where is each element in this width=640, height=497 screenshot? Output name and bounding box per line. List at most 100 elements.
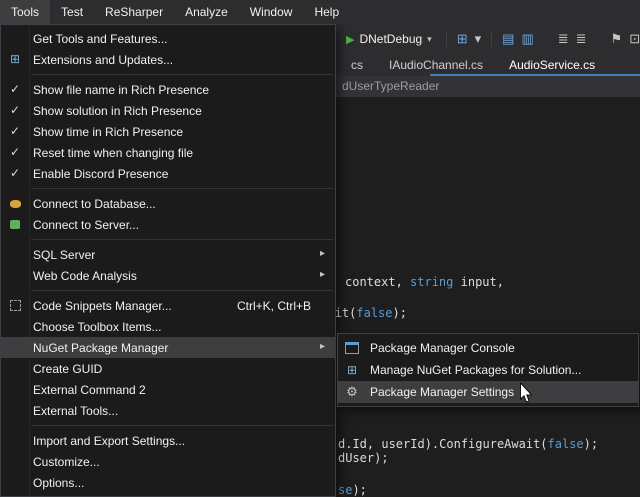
menu-gutter: ✓ — [1, 163, 29, 184]
code-line: d.Id, userId).ConfigureAwait(false); — [338, 437, 598, 451]
submenu-arrow-icon: ▸ — [320, 248, 325, 259]
menu-separator — [31, 290, 333, 291]
tab-audioservice[interactable]: AudioService.cs — [496, 54, 608, 76]
play-icon: ▶ — [346, 33, 354, 46]
toolbar-separator — [491, 31, 492, 47]
menu-item-label: Enable Discord Presence — [29, 167, 335, 181]
menu-item-show-file-name-rich-presence[interactable]: ✓ Show file name in Rich Presence — [1, 79, 335, 100]
menu-item-label: Show solution in Rich Presence — [29, 104, 335, 118]
toolbar-separator — [446, 31, 447, 47]
menu-item-label: Extensions and Updates... — [29, 53, 335, 67]
submenu-item-package-manager-settings[interactable]: ⚙ Package Manager Settings — [338, 381, 638, 403]
menu-item-show-time-rich-presence[interactable]: ✓ Show time in Rich Presence — [1, 121, 335, 142]
menu-item-get-tools-and-features[interactable]: Get Tools and Features... — [1, 28, 335, 49]
menu-item-create-guid[interactable]: Create GUID — [1, 358, 335, 379]
menu-gutter: ⚙ — [338, 381, 366, 403]
menu-gutter — [1, 214, 29, 235]
bookmark-icon[interactable]: ⚑ — [611, 28, 623, 50]
menu-gutter: ✓ — [1, 79, 29, 100]
menu-item-reset-time-when-changing-file[interactable]: ✓ Reset time when changing file — [1, 142, 335, 163]
menu-item-label: SQL Server — [29, 248, 335, 262]
menu-gutter: ✓ — [1, 100, 29, 121]
check-icon: ✓ — [10, 124, 20, 138]
mouse-cursor — [519, 383, 533, 409]
menu-item-label: External Tools... — [29, 404, 335, 418]
menubar-item-help[interactable]: Help — [303, 0, 350, 24]
menu-item-label: Options... — [29, 476, 335, 490]
menu-item-label: Web Code Analysis — [29, 269, 335, 283]
menu-separator — [31, 239, 333, 240]
menu-item-customize[interactable]: Customize... — [1, 451, 335, 472]
chevron-down-icon[interactable]: ▾ — [475, 28, 482, 50]
submenu-arrow-icon: ▸ — [320, 341, 325, 352]
menu-item-label: Show file name in Rich Presence — [29, 83, 335, 97]
menu-item-import-export-settings[interactable]: Import and Export Settings... — [1, 430, 335, 451]
check-icon: ✓ — [10, 145, 20, 159]
menu-item-options[interactable]: Options... — [1, 472, 335, 493]
menu-item-label: Manage NuGet Packages for Solution... — [366, 363, 638, 377]
menu-item-external-command-2[interactable]: External Command 2 — [1, 379, 335, 400]
menubar-item-analyze[interactable]: Analyze — [174, 0, 239, 24]
grid-icon[interactable]: ⊞ — [457, 28, 468, 50]
menu-item-code-snippets-manager[interactable]: Code Snippets Manager... Ctrl+K, Ctrl+B — [1, 295, 335, 316]
manage-packages-icon: ⊞ — [347, 363, 357, 377]
menu-item-connect-to-database[interactable]: Connect to Database... — [1, 193, 335, 214]
tools-menu: Get Tools and Features... ⊞ Extensions a… — [0, 24, 336, 497]
menu-item-label: Create GUID — [29, 362, 335, 376]
menu-item-label: Code Snippets Manager... — [29, 299, 237, 313]
tab-partial[interactable]: cs — [338, 54, 376, 76]
server-icon — [10, 220, 20, 229]
menu-item-enable-discord-presence[interactable]: ✓ Enable Discord Presence — [1, 163, 335, 184]
member-breadcrumb[interactable]: dUserTypeReader — [342, 79, 439, 93]
menu-item-connect-to-server[interactable]: Connect to Server... — [1, 214, 335, 235]
menu-item-nuget-package-manager[interactable]: NuGet Package Manager ▸ — [1, 337, 335, 358]
check-icon: ✓ — [10, 166, 20, 180]
menu-separator — [31, 188, 333, 189]
menu-item-extensions-and-updates[interactable]: ⊞ Extensions and Updates... — [1, 49, 335, 70]
chevron-down-icon: ▾ — [427, 34, 432, 45]
menu-item-label: Customize... — [29, 455, 335, 469]
check-icon: ✓ — [10, 82, 20, 96]
menu-gutter — [1, 295, 29, 316]
menubar-item-window[interactable]: Window — [239, 0, 304, 24]
menubar-item-test[interactable]: Test — [50, 0, 94, 24]
menu-item-web-code-analysis[interactable]: Web Code Analysis ▸ — [1, 265, 335, 286]
menu-item-label: Show time in Rich Presence — [29, 125, 335, 139]
menubar-item-resharper[interactable]: ReSharper — [94, 0, 174, 24]
menu-gutter: ✓ — [1, 121, 29, 142]
pages-icon[interactable]: ▥ — [521, 28, 533, 50]
console-icon — [345, 342, 359, 354]
menu-item-show-solution-rich-presence[interactable]: ✓ Show solution in Rich Presence — [1, 100, 335, 121]
submenu-item-manage-nuget-packages[interactable]: ⊞ Manage NuGet Packages for Solution... — [338, 359, 638, 381]
tab-iaudiochannel[interactable]: IAudioChannel.cs — [376, 54, 496, 76]
menu-item-label: External Command 2 — [29, 383, 335, 397]
menu-bar: Tools Test ReSharper Analyze Window Help — [0, 0, 640, 24]
menu-gutter: ⊞ — [338, 360, 366, 381]
menu-item-label: Package Manager Settings — [366, 385, 638, 399]
menu-gutter: ⊞ — [1, 49, 29, 70]
menu-gutter — [1, 193, 29, 214]
menu-item-shortcut: Ctrl+K, Ctrl+B — [237, 299, 335, 313]
check-icon: ✓ — [10, 103, 20, 117]
indent-icon[interactable]: ≣ — [576, 28, 587, 50]
menu-item-external-tools[interactable]: External Tools... — [1, 400, 335, 421]
menu-item-label: Import and Export Settings... — [29, 434, 335, 448]
menu-separator — [31, 74, 333, 75]
menu-item-choose-toolbox-items[interactable]: Choose Toolbox Items... — [1, 316, 335, 337]
gear-icon: ⚙ — [346, 384, 358, 399]
menubar-item-tools[interactable]: Tools — [0, 0, 50, 24]
debug-target-label: DNetDebug — [359, 32, 422, 46]
submenu-item-package-manager-console[interactable]: Package Manager Console — [338, 337, 638, 359]
menu-item-label: NuGet Package Manager — [29, 341, 335, 355]
menu-item-sql-server[interactable]: SQL Server ▸ — [1, 244, 335, 265]
code-line: se); — [338, 483, 367, 497]
database-icon — [10, 200, 21, 208]
comment-icon[interactable]: ⊡ — [629, 28, 640, 50]
menu-gutter — [338, 338, 366, 359]
page-icon[interactable]: ▤ — [502, 28, 514, 50]
code-line: context, string input, — [345, 275, 504, 289]
start-debug-button[interactable]: ▶ DNetDebug ▾ — [342, 30, 436, 48]
outdent-icon[interactable]: ≣ — [558, 28, 569, 50]
extensions-icon: ⊞ — [10, 52, 20, 66]
menu-item-label: Connect to Server... — [29, 218, 335, 232]
